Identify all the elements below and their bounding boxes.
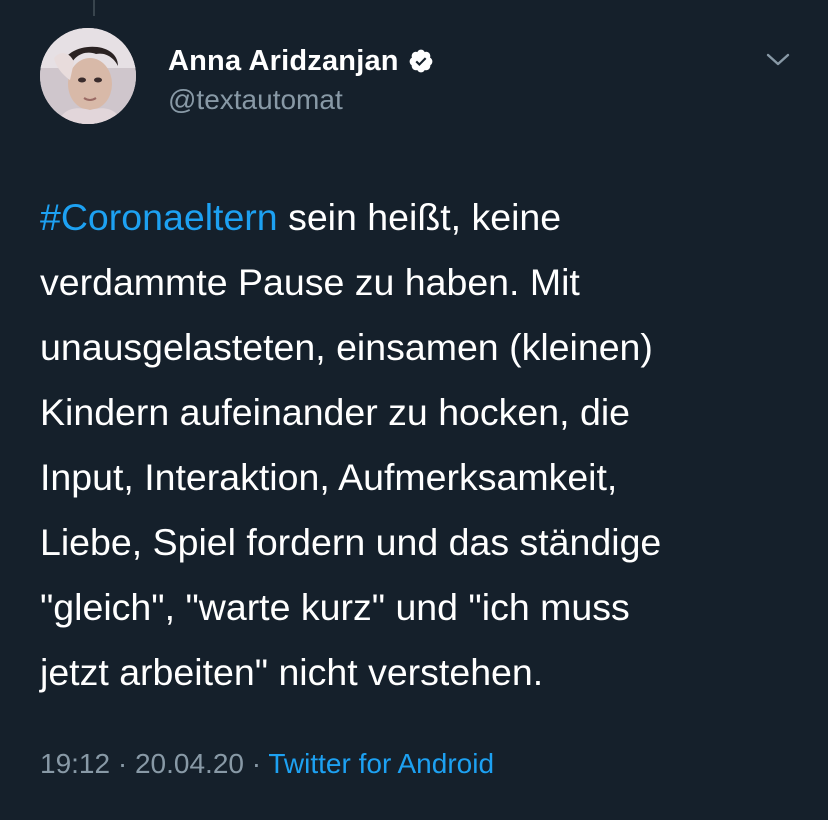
hashtag-link[interactable]: #Coronaeltern [40, 196, 278, 238]
tweet-line-2: verdammte Pause zu haben. Mit [40, 261, 580, 303]
tweet-line-8: jetzt arbeiten" nicht verstehen. [40, 651, 544, 693]
tweet-line-6: Liebe, Spiel fordern und das ständige [40, 521, 662, 563]
tweet-line-7: "gleich", "warte kurz" und "ich muss [40, 586, 630, 628]
author-handle[interactable]: @textautomat [168, 84, 343, 116]
tweet-line-1-text: sein heißt, keine [277, 196, 562, 238]
meta-separator: · [243, 748, 269, 779]
tweet-source-link[interactable]: Twitter for Android [268, 748, 494, 779]
meta-separator: · [110, 748, 135, 779]
tweet-line-5: Input, Interaktion, Aufmerksamkeit, [40, 456, 618, 498]
verified-badge-icon [408, 48, 434, 74]
chevron-down-icon[interactable] [764, 50, 792, 70]
thread-connector-line [93, 0, 95, 16]
tweet-text: #Coronaeltern sein heißt, keine verdammt… [40, 185, 800, 705]
author-display-name[interactable]: Anna Aridzanjan [168, 45, 399, 78]
tweet-time[interactable]: 19:12 [40, 748, 110, 779]
tweet-line-3: unausgelasteten, einsamen (kleinen) [40, 326, 653, 368]
avatar[interactable] [40, 28, 136, 124]
tweet-meta: 19:12 · 20.04.20 · Twitter for Android [40, 748, 494, 780]
avatar-image [40, 28, 136, 124]
tweet-date[interactable]: 20.04.20 [135, 748, 244, 779]
author-name-row[interactable]: Anna Aridzanjan [168, 44, 434, 78]
tweet-line-1: #Coronaeltern sein heißt, keine [40, 185, 800, 250]
tweet-line-4: Kindern aufeinander zu hocken, die [40, 391, 631, 433]
